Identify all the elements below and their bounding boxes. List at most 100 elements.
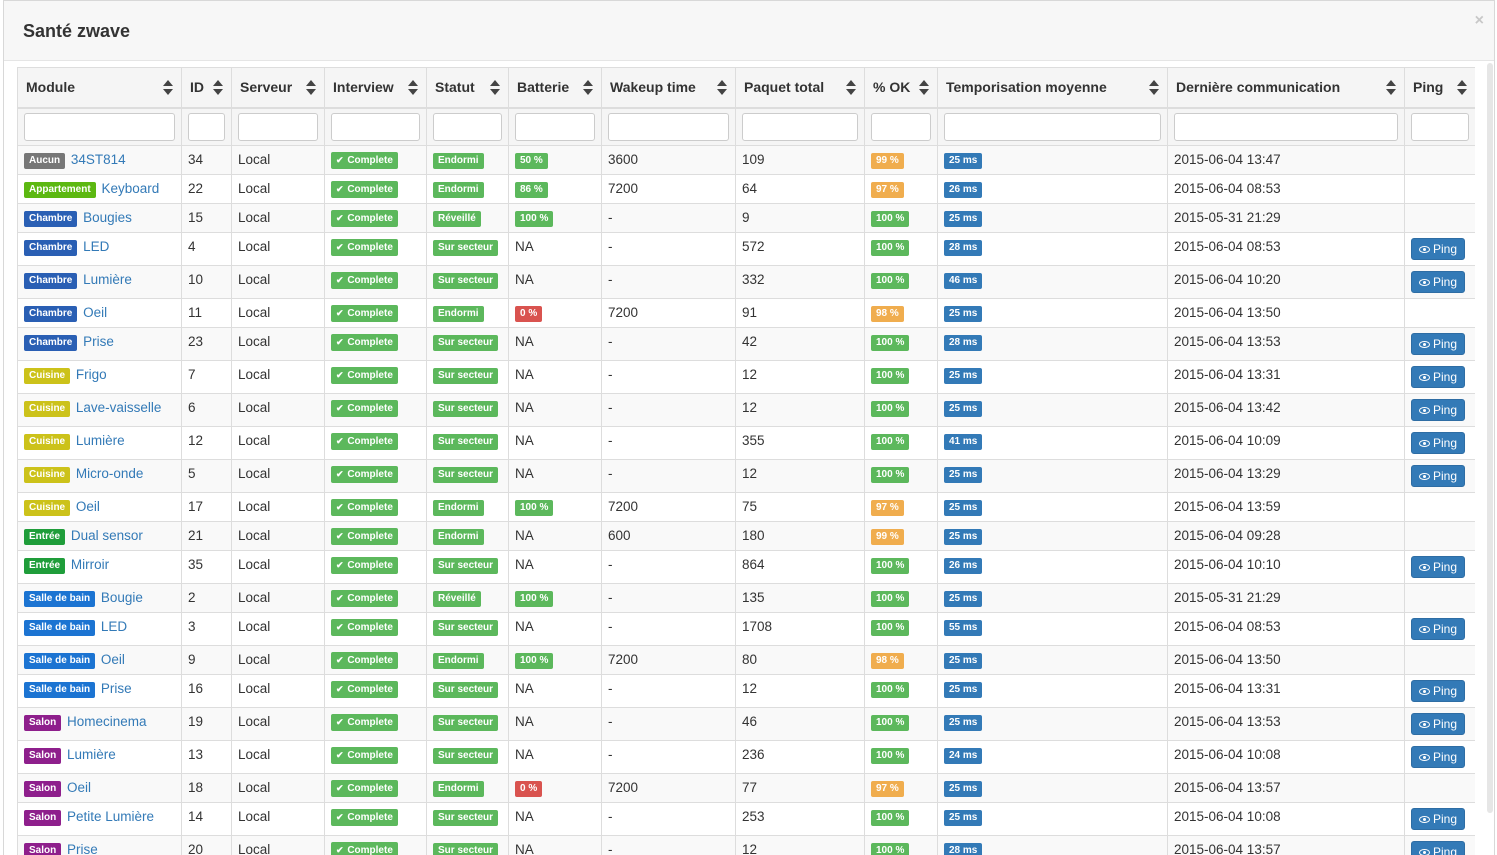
ping-button[interactable]: Ping [1411,333,1466,355]
interview-cell: ✔ Complete [324,393,427,427]
module-link[interactable]: LED [83,239,109,254]
sort-icon[interactable] [919,80,929,96]
sort-icon[interactable] [163,80,173,96]
packets-cell: 64 [735,174,865,204]
module-link[interactable]: Petite Lumière [67,809,154,824]
module-link[interactable]: Micro-onde [76,466,144,481]
column-header-paquet-total[interactable]: Paquet total [735,67,865,109]
sort-icon[interactable] [1149,80,1159,96]
filter-input-derniere-communication[interactable] [1174,112,1398,141]
interview-label: Complete [347,593,393,604]
module-link[interactable]: Mirroir [71,557,109,572]
interview-badge: ✔ Complete [331,652,398,669]
filter-input-id[interactable] [188,112,225,141]
module-cell: Chambre LED [17,232,182,266]
table-row: Chambre Lumière 10 Local ✔ Complete Sur sect… [17,265,1475,299]
filter-input-module[interactable] [24,112,175,141]
packets-value: 572 [742,239,765,254]
eye-icon [1419,816,1430,823]
ping-button[interactable]: Ping [1411,680,1466,702]
column-header-statut[interactable]: Statut [426,67,509,109]
ping-button[interactable]: Ping [1411,271,1466,293]
ping-button[interactable]: Ping [1411,399,1466,421]
module-link[interactable]: Oeil [101,652,125,667]
ping-button[interactable]: Ping [1411,432,1466,454]
scrollbar-thumb[interactable] [1487,63,1493,813]
ping-button[interactable]: Ping [1411,366,1466,388]
module-link[interactable]: Oeil [67,780,91,795]
filter-input-interview[interactable] [331,112,420,141]
packets-value: 42 [742,334,758,349]
column-header-module[interactable]: Module [17,67,182,109]
sort-icon[interactable] [583,80,593,96]
sort-icon[interactable] [490,80,500,96]
ping-button[interactable]: Ping [1411,808,1466,830]
eye-icon [1419,374,1430,381]
ping-button[interactable]: Ping [1411,841,1466,855]
module-link[interactable]: Homecinema [67,714,147,729]
module-link[interactable]: Oeil [83,305,107,320]
module-link[interactable]: Lumière [76,433,125,448]
server-cell: Local [231,459,325,493]
ping-button[interactable]: Ping [1411,238,1466,260]
sort-icon[interactable] [408,80,418,96]
module-link[interactable]: Lumière [83,272,132,287]
battery-cell: NA [508,426,602,460]
module-link[interactable]: 34ST814 [71,152,126,167]
column-header-ok[interactable]: % OK [864,67,938,109]
battery-value: NA [515,557,534,572]
module-link[interactable]: Lumière [67,747,116,762]
filter-input-batterie[interactable] [515,112,595,141]
sort-icon[interactable] [213,80,223,96]
ping-button[interactable]: Ping [1411,556,1466,578]
server-cell: Local [231,145,325,175]
filter-input-statut[interactable] [433,112,502,141]
wakeup-value: 600 [608,528,631,543]
sort-icon[interactable] [306,80,316,96]
ping-button-label: Ping [1433,560,1458,574]
module-link[interactable]: Bougie [101,590,143,605]
filter-input-wakeup-time[interactable] [608,112,729,141]
ping-button[interactable]: Ping [1411,746,1466,768]
column-header-batterie[interactable]: Batterie [508,67,602,109]
sort-icon[interactable] [717,80,727,96]
column-header-derniere-communication[interactable]: Dernière communication [1167,67,1405,109]
status-cell: Sur secteur [426,802,509,836]
battery-cell: NA [508,459,602,493]
sort-icon[interactable] [1457,80,1467,96]
module-link[interactable]: Prise [67,842,98,855]
column-header-temporisation-moyenne[interactable]: Temporisation moyenne [937,67,1168,109]
wakeup-value: - [608,747,613,762]
sort-icon[interactable] [846,80,856,96]
module-link[interactable]: Prise [83,334,114,349]
column-header-label: Ping [1413,79,1444,96]
module-link[interactable]: Bougies [83,210,132,225]
module-link[interactable]: Lave-vaisselle [76,400,162,415]
ping-button[interactable]: Ping [1411,618,1466,640]
module-link[interactable]: Frigo [76,367,107,382]
close-icon[interactable]: × [1475,13,1484,29]
filter-input-paquet-total[interactable] [742,112,858,141]
column-header-wakeup-time[interactable]: Wakeup time [601,67,736,109]
column-header-serveur[interactable]: Serveur [231,67,325,109]
filter-input-ping[interactable] [1411,112,1469,141]
column-header-ping[interactable]: Ping [1404,67,1475,109]
filter-input-serveur[interactable] [238,112,318,141]
delay-cell: 25 ms [937,203,1168,233]
packets-value: 12 [742,400,758,415]
module-link[interactable]: Keyboard [101,181,159,196]
interview-label: Complete [347,531,393,542]
sort-icon[interactable] [1386,80,1396,96]
ok-badge: 100 % [871,682,910,698]
module-link[interactable]: Prise [101,681,132,696]
filter-input-ok[interactable] [871,112,931,141]
module-link[interactable]: Dual sensor [71,528,143,543]
column-header-id[interactable]: ID [181,67,232,109]
ping-button[interactable]: Ping [1411,465,1466,487]
module-cell: Salle de bain Oeil [17,645,182,675]
ping-button[interactable]: Ping [1411,713,1466,735]
column-header-interview[interactable]: Interview [324,67,427,109]
filter-input-temporisation-moyenne[interactable] [944,112,1161,141]
module-link[interactable]: Oeil [76,499,100,514]
module-link[interactable]: LED [101,619,127,634]
